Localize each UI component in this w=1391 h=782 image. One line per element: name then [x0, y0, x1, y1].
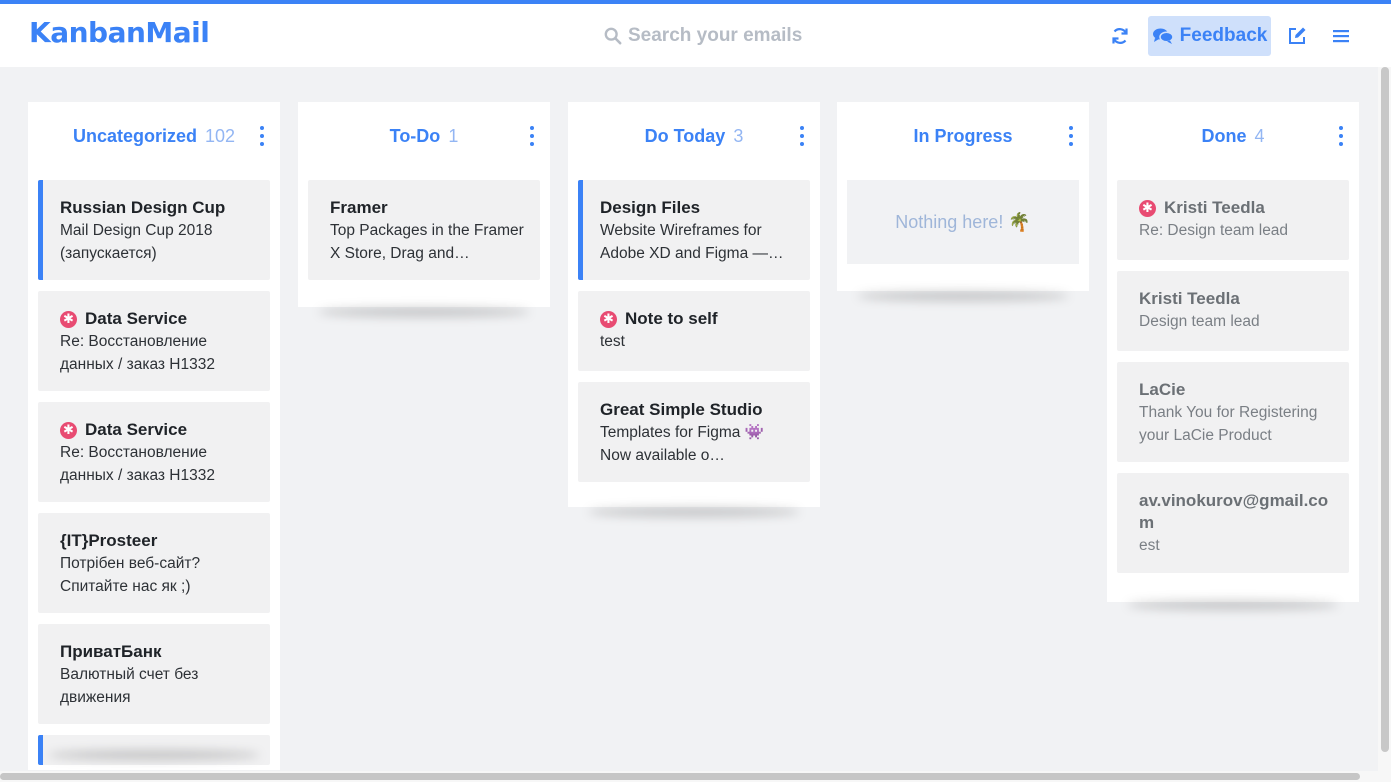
search-box[interactable] — [604, 24, 864, 48]
column-done: Done 4 ✱ Kristi Teedla Re: Design team le… — [1107, 102, 1359, 602]
app-header: KanbanMail Feedback — [0, 4, 1391, 67]
column-header[interactable]: In Progress — [837, 102, 1089, 170]
email-preview: Re: Восстановление данных / заказ H1332 — [60, 444, 215, 484]
search-icon — [604, 27, 622, 45]
column-title: Do Today — [644, 125, 726, 146]
refresh-icon — [1112, 28, 1128, 44]
email-preview: Top Packages in the Framer X Store, Drag… — [330, 222, 524, 262]
email-card[interactable]: Kristi Teedla Design team lead — [1117, 271, 1349, 351]
horizontal-scrollbar[interactable] — [0, 771, 1391, 782]
important-icon: ✱ — [600, 310, 617, 328]
hamburger-icon — [1333, 30, 1349, 43]
feedback-label: Feedback — [1179, 25, 1268, 46]
email-sender: Framer — [330, 198, 388, 217]
feedback-button[interactable]: Feedback — [1148, 16, 1271, 56]
column-menu-icon[interactable] — [524, 126, 540, 146]
email-sender: Russian Design Cup — [60, 198, 226, 217]
refresh-button[interactable] — [1104, 16, 1136, 56]
email-sender: Great Simple Studio — [600, 400, 763, 419]
column-shadow — [318, 307, 530, 317]
column-count: 1 — [448, 125, 459, 146]
column-count: 3 — [733, 125, 744, 146]
email-sender: Kristi Teedla — [1139, 289, 1240, 308]
column-uncategorized: Uncategorized 102 Russian Design Cup Mai… — [28, 102, 280, 770]
column-do-today: Do Today 3 Design Files Website Wirefram… — [568, 102, 820, 507]
column-header[interactable]: To-Do 1 — [298, 102, 550, 170]
email-card[interactable]: ✱ Data Service Re: Восстановление данных … — [38, 291, 270, 391]
email-card[interactable]: ✱ Data Service Re: Восстановление данных … — [38, 402, 270, 502]
empty-column-message: Nothing here! 🌴 — [847, 180, 1079, 264]
scrollbar-thumb[interactable] — [0, 773, 1360, 780]
email-preview: Валютный счет без движения — [60, 666, 199, 706]
column-header[interactable]: Do Today 3 — [568, 102, 820, 170]
column-shadow — [588, 507, 800, 517]
compose-button[interactable] — [1283, 16, 1311, 56]
column-title: To-Do — [389, 125, 441, 146]
email-sender: Kristi Teedla — [1164, 198, 1265, 217]
column-menu-icon[interactable] — [254, 126, 270, 146]
kanban-board: Uncategorized 102 Russian Design Cup Mai… — [0, 67, 1378, 770]
column-title: Done — [1201, 125, 1247, 146]
column-header[interactable]: Done 4 — [1107, 102, 1359, 170]
email-preview: Re: Восстановление данных / заказ H1332 — [60, 333, 215, 373]
column-menu-icon[interactable] — [1333, 126, 1349, 146]
column-shadow — [48, 750, 260, 760]
scrollbar-thumb[interactable] — [1381, 67, 1389, 752]
email-sender: {IT}Prosteer — [60, 531, 158, 550]
column-title: Uncategorized — [72, 125, 197, 146]
email-card[interactable]: av.vinokurov@gmail.co m est — [1117, 473, 1349, 573]
search-input[interactable] — [628, 25, 848, 47]
email-card[interactable]: ПриватБанк Валютный счет без движения — [38, 624, 270, 724]
email-sender: ПриватБанк — [60, 642, 162, 661]
email-card[interactable]: Russian Design Cup Mail Design Cup 2018 … — [38, 180, 270, 280]
column-shadow — [857, 291, 1069, 301]
email-card[interactable]: {IT}Prosteer Потрібен веб-сайт? Спитайте… — [38, 513, 270, 613]
email-card[interactable]: Design Files Website Wireframes for Adob… — [578, 180, 810, 280]
email-sender: av.vinokurov@gmail.co m — [1139, 491, 1329, 532]
email-card[interactable]: ✱ Kristi Teedla Re: Design team lead — [1117, 180, 1349, 260]
chat-bubbles-icon — [1152, 28, 1174, 44]
important-icon: ✱ — [1139, 199, 1156, 217]
email-sender: Note to self — [625, 309, 718, 328]
email-preview: Thank You for Registering your LaCie Pro… — [1139, 404, 1318, 444]
important-icon: ✱ — [60, 421, 77, 439]
vertical-scrollbar[interactable] — [1378, 67, 1391, 771]
email-preview: Re: Design team lead — [1139, 222, 1289, 239]
app-logo[interactable]: KanbanMail — [29, 16, 210, 49]
column-to-do: To-Do 1 Framer Top Packages in the Frame… — [298, 102, 550, 307]
email-preview: Website Wireframes for Adobe XD and Figm… — [600, 222, 784, 262]
column-shadow — [1127, 600, 1339, 610]
email-sender: Design Files — [600, 198, 701, 217]
email-preview: Design team lead — [1139, 313, 1260, 330]
email-card[interactable]: Great Simple Studio Templates for Figma … — [578, 382, 810, 482]
column-in-progress: In Progress Nothing here! 🌴 — [837, 102, 1089, 291]
email-preview: test — [600, 333, 625, 350]
email-sender: Data Service — [85, 309, 188, 328]
email-card[interactable]: LaCie Thank You for Registering your LaC… — [1117, 362, 1349, 462]
main-menu-button[interactable] — [1328, 16, 1354, 56]
column-count: 102 — [204, 125, 236, 146]
important-icon: ✱ — [60, 310, 77, 328]
email-card[interactable]: ✱ Note to self test — [578, 291, 810, 371]
column-title: In Progress — [913, 125, 1013, 146]
email-card[interactable]: Framer Top Packages in the Framer X Stor… — [308, 180, 540, 280]
email-preview: Templates for Figma 👾 Now available o… — [600, 424, 765, 464]
column-menu-icon[interactable] — [1063, 126, 1079, 146]
email-preview: est — [1139, 537, 1160, 554]
email-sender: Data Service — [85, 420, 188, 439]
column-header[interactable]: Uncategorized 102 — [28, 102, 280, 170]
email-preview: Потрібен веб-сайт? Спитайте нас як ;) — [60, 555, 201, 595]
compose-icon — [1289, 27, 1306, 44]
email-preview: Mail Design Cup 2018 (запускается) — [60, 222, 213, 262]
email-sender: LaCie — [1139, 380, 1186, 399]
column-menu-icon[interactable] — [794, 126, 810, 146]
column-count: 4 — [1254, 125, 1265, 146]
